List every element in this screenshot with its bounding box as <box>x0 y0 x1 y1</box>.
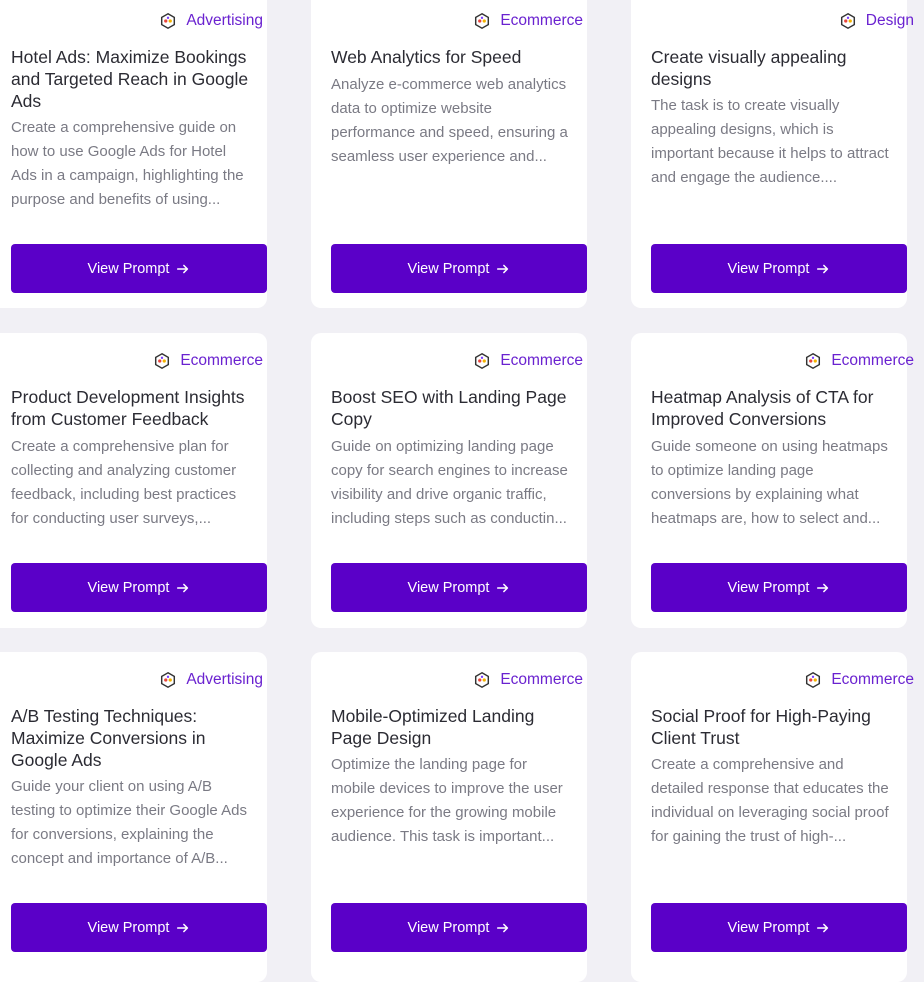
card-title: Boost SEO with Landing Page Copy <box>331 387 567 429</box>
prompt-card: Ecommerce Web Analytics for Speed Analyz… <box>311 0 587 308</box>
view-prompt-button[interactable]: View Prompt <box>11 903 267 952</box>
prompt-card: Ecommerce Boost SEO with Landing Page Co… <box>311 333 587 628</box>
card-category-label: Ecommerce <box>831 352 914 369</box>
card-description: Guide on optimizing landing page copy fo… <box>331 438 568 527</box>
card-category[interactable]: Ecommerce <box>804 351 914 371</box>
prompt-card: Ecommerce Heatmap Analysis of CTA for Im… <box>631 333 914 628</box>
card-title: Mobile-Optimized Landing Page Design <box>331 706 535 748</box>
card-category-label: Advertising <box>186 671 263 688</box>
prompt-card: Advertising A/B Testing Techniques: Maxi… <box>0 652 267 982</box>
card-category-label: Advertising <box>186 12 263 29</box>
view-prompt-button[interactable]: View Prompt <box>651 903 907 952</box>
arrow-right-icon <box>177 583 189 592</box>
arrow-right-icon <box>817 264 829 273</box>
card-title: Create visually appealing designs <box>651 47 847 89</box>
card-description: Guide your client on using A/B testing t… <box>11 778 247 867</box>
view-prompt-button[interactable]: View Prompt <box>651 244 907 293</box>
card-title: Heatmap Analysis of CTA for Improved Con… <box>651 387 874 429</box>
arrow-right-icon <box>817 583 829 592</box>
arrow-right-icon <box>497 923 509 932</box>
category-badge-icon <box>161 671 176 689</box>
view-prompt-label: View Prompt <box>87 919 170 936</box>
card-category[interactable]: Ecommerce <box>804 670 914 690</box>
card-description: Create a comprehensive plan for collecti… <box>11 438 237 527</box>
card-category[interactable]: Ecommerce <box>473 11 583 31</box>
prompt-card: Ecommerce Product Development Insights f… <box>0 333 267 628</box>
card-title: Social Proof for High-Paying Client Trus… <box>651 706 871 748</box>
prompt-card: Design Create visually appealing designs… <box>631 0 914 308</box>
card-category[interactable]: Ecommerce <box>473 351 583 371</box>
card-title: Product Development Insights from Custom… <box>11 387 245 429</box>
category-badge-icon <box>475 671 490 689</box>
category-badge-icon <box>840 12 855 30</box>
view-prompt-button[interactable]: View Prompt <box>331 563 587 612</box>
view-prompt-label: View Prompt <box>727 919 810 936</box>
category-badge-icon <box>155 352 170 370</box>
view-prompt-label: View Prompt <box>727 579 810 596</box>
view-prompt-button[interactable]: View Prompt <box>331 903 587 952</box>
card-title: Hotel Ads: Maximize Bookings and Targete… <box>11 47 249 111</box>
view-prompt-button[interactable]: View Prompt <box>11 563 267 612</box>
card-category-label: Design <box>865 12 914 29</box>
view-prompt-label: View Prompt <box>727 260 810 277</box>
view-prompt-button[interactable]: View Prompt <box>331 244 587 293</box>
arrow-right-icon <box>177 264 189 273</box>
card-description: Analyze e-commerce web analytics data to… <box>331 76 568 165</box>
arrow-right-icon <box>817 923 829 932</box>
card-category[interactable]: Advertising <box>159 11 263 31</box>
card-category-label: Ecommerce <box>500 12 583 29</box>
card-title: A/B Testing Techniques: Maximize Convers… <box>11 706 206 770</box>
card-description: Create a comprehensive and detailed resp… <box>651 756 889 845</box>
card-category-label: Ecommerce <box>180 352 263 369</box>
card-category-label: Ecommerce <box>831 671 914 688</box>
prompt-card: Ecommerce Social Proof for High-Paying C… <box>631 652 914 982</box>
card-category[interactable]: Ecommerce <box>153 351 263 371</box>
view-prompt-label: View Prompt <box>87 260 170 277</box>
arrow-right-icon <box>497 583 509 592</box>
prompt-card: Advertising Hotel Ads: Maximize Bookings… <box>0 0 267 308</box>
arrow-right-icon <box>497 264 509 273</box>
card-description: Create a comprehensive guide on how to u… <box>11 119 244 208</box>
category-badge-icon <box>806 352 821 370</box>
card-category[interactable]: Advertising <box>159 670 263 690</box>
card-category[interactable]: Design <box>839 11 914 31</box>
category-badge-icon <box>161 12 176 30</box>
prompt-card: Ecommerce Mobile-Optimized Landing Page … <box>311 652 587 982</box>
category-badge-icon <box>806 671 821 689</box>
card-description: The task is to create visually appealing… <box>651 97 889 186</box>
view-prompt-label: View Prompt <box>407 579 490 596</box>
category-badge-icon <box>475 352 490 370</box>
view-prompt-button[interactable]: View Prompt <box>651 563 907 612</box>
view-prompt-button[interactable]: View Prompt <box>11 244 267 293</box>
view-prompt-label: View Prompt <box>87 579 170 596</box>
view-prompt-label: View Prompt <box>407 919 490 936</box>
card-category-label: Ecommerce <box>500 671 583 688</box>
card-category[interactable]: Ecommerce <box>473 670 583 690</box>
arrow-right-icon <box>177 923 189 932</box>
card-title: Web Analytics for Speed <box>331 47 522 67</box>
card-category-label: Ecommerce <box>500 352 583 369</box>
category-badge-icon <box>475 12 490 30</box>
view-prompt-label: View Prompt <box>407 260 490 277</box>
card-description: Guide someone on using heatmaps to optim… <box>651 438 888 527</box>
card-description: Optimize the landing page for mobile dev… <box>331 756 563 845</box>
